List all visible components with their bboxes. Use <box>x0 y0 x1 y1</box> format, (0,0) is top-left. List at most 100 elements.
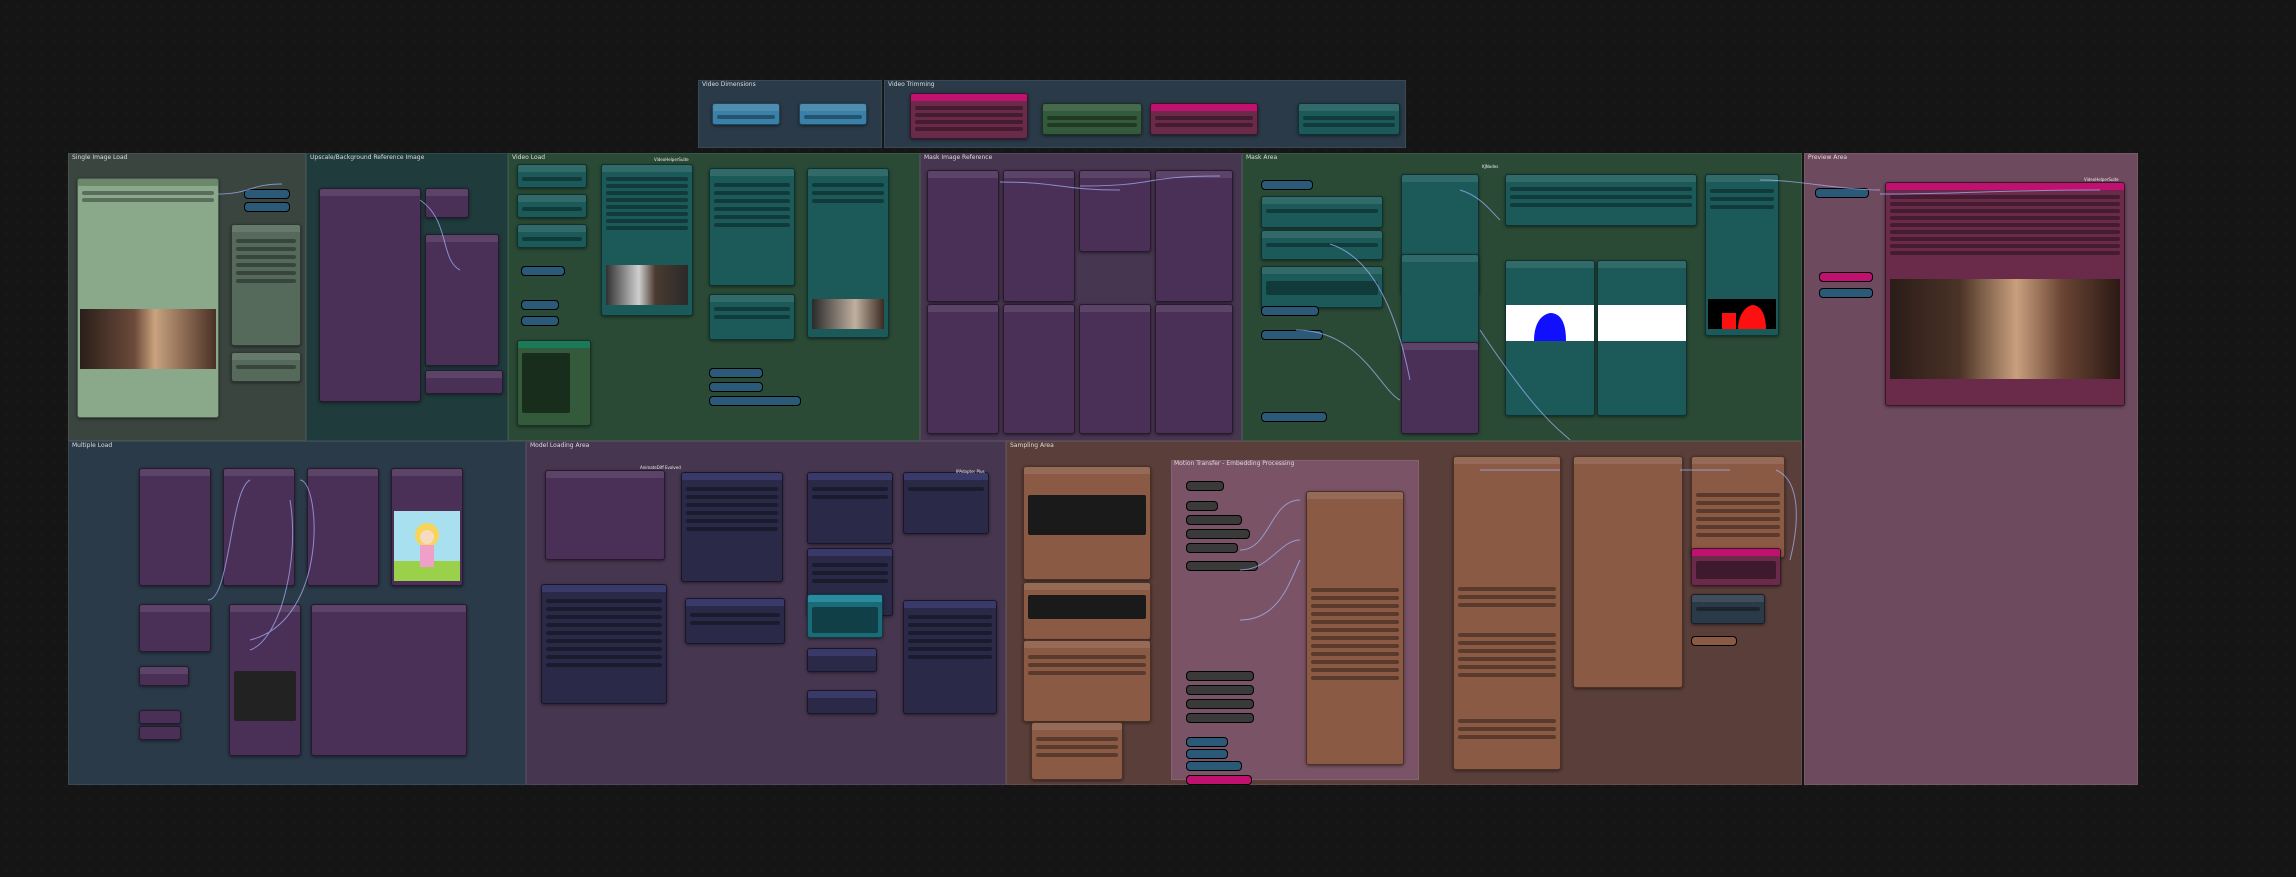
node-get-vae[interactable] <box>1186 501 1218 511</box>
node-get-width-s[interactable] <box>1186 737 1228 747</box>
node-note-model[interactable] <box>807 594 883 638</box>
node-mask-image-a[interactable] <box>1505 260 1595 416</box>
node-load-h[interactable] <box>139 726 181 740</box>
node-int-width[interactable] <box>712 103 780 125</box>
node-mask-grow[interactable] <box>1401 254 1479 346</box>
node-video-combine[interactable] <box>807 168 889 338</box>
node-upscale-image[interactable] <box>425 234 499 366</box>
node-empty-latent[interactable] <box>1031 722 1123 780</box>
node-controlnet-loader[interactable] <box>1023 466 1151 580</box>
node-mask-5[interactable] <box>927 304 999 434</box>
node-mask-1[interactable] <box>927 170 999 302</box>
node-clip-text[interactable] <box>1261 266 1383 308</box>
node-mask-preview[interactable] <box>1401 342 1479 434</box>
node-context-options[interactable] <box>807 472 893 544</box>
node-set-frames[interactable] <box>709 382 763 392</box>
node-get-input-image[interactable] <box>807 690 877 714</box>
node-get-ref-images[interactable] <box>1186 713 1254 723</box>
node-get-mask-image[interactable] <box>1186 685 1254 695</box>
node-set-video[interactable] <box>709 368 763 378</box>
node-vae-decode[interactable] <box>1691 456 1785 558</box>
node-get-total-s[interactable] <box>1186 761 1242 771</box>
group-motion-transfer[interactable] <box>1171 460 1419 785</box>
node-get-model[interactable] <box>1186 481 1224 491</box>
node-load-g[interactable] <box>139 710 181 724</box>
node-preview-mask[interactable] <box>1705 174 1779 336</box>
node-int-height[interactable] <box>799 103 867 125</box>
node-video-combine-final[interactable] <box>1885 182 2125 406</box>
node-upscale-model[interactable] <box>425 188 469 218</box>
node-note-sampling[interactable] <box>1691 548 1781 586</box>
node-get-image-size[interactable] <box>709 294 795 340</box>
node-frame-selector[interactable] <box>1150 103 1258 135</box>
node-get-clip-vision[interactable] <box>1186 515 1242 525</box>
node-set-output[interactable] <box>1691 636 1737 646</box>
node-image-resize[interactable] <box>231 224 301 346</box>
node-set-total[interactable] <box>709 396 801 406</box>
node-get-input-bg[interactable] <box>1186 561 1258 571</box>
group-mask-area[interactable] <box>1242 153 1802 441</box>
node-batch-preview[interactable] <box>311 604 467 756</box>
node-load-f[interactable] <box>139 666 189 686</box>
node-mask-image-b[interactable] <box>1597 260 1687 416</box>
node-set-width-v[interactable] <box>521 300 559 310</box>
node-load-c[interactable] <box>307 468 379 586</box>
node-get-mask-frame[interactable] <box>1186 671 1254 681</box>
node-load-d[interactable] <box>391 468 463 586</box>
node-get-frame-m[interactable] <box>1261 180 1313 190</box>
node-mask-3[interactable] <box>1079 170 1151 252</box>
node-get-frame-p[interactable] <box>1819 288 1873 298</box>
group-preview-area[interactable] <box>1804 153 2138 785</box>
node-ksampler-b[interactable] <box>1573 456 1683 688</box>
node-seed[interactable] <box>1691 594 1765 624</box>
node-upscale-out[interactable] <box>425 370 503 394</box>
node-load-b[interactable] <box>223 468 295 586</box>
node-ipadapter[interactable] <box>903 472 989 534</box>
node-image-scale[interactable] <box>709 168 795 286</box>
node-int-skip[interactable] <box>517 164 587 188</box>
node-get-height-s[interactable] <box>1186 749 1228 759</box>
node-upscale-load[interactable] <box>319 188 421 402</box>
node-mask-2[interactable] <box>1003 170 1075 302</box>
node-get-frame[interactable] <box>231 352 301 382</box>
node-lora-loader[interactable] <box>545 470 665 560</box>
node-int-nth[interactable] <box>517 224 587 248</box>
node-animatediff-model[interactable] <box>681 472 783 582</box>
node-get-face-out[interactable] <box>1819 272 1873 282</box>
node-set-height-v[interactable] <box>521 316 559 326</box>
node-get-ref-image[interactable] <box>1261 330 1323 340</box>
node-get-input-video-s[interactable] <box>1186 543 1238 553</box>
node-get-video-mask[interactable] <box>1186 699 1254 709</box>
group-video-load[interactable] <box>508 153 920 441</box>
group-video-trim[interactable] <box>884 80 1406 148</box>
node-load-e[interactable] <box>139 604 211 652</box>
group-mask-image-reference[interactable] <box>920 153 1242 441</box>
group-single-image-load[interactable] <box>68 153 306 441</box>
node-get-video-out[interactable] <box>1815 188 1869 198</box>
node-motion-lora[interactable] <box>685 598 785 644</box>
node-load-video[interactable] <box>601 164 693 316</box>
node-grounding-dino[interactable] <box>1261 230 1383 260</box>
group-model-loading[interactable] <box>526 441 1006 785</box>
node-set-height[interactable] <box>244 202 290 212</box>
node-load-image[interactable] <box>77 178 219 418</box>
group-multi-load[interactable] <box>68 441 526 785</box>
node-load-a[interactable] <box>139 468 211 586</box>
group-sampling-area[interactable] <box>1006 441 1802 785</box>
group-video-dimensions[interactable] <box>698 80 882 148</box>
node-set-width[interactable] <box>244 189 290 199</box>
node-video-info[interactable] <box>1298 103 1400 135</box>
node-clip-vision[interactable] <box>807 648 877 672</box>
node-get-bg-mask-s[interactable] <box>1186 775 1252 785</box>
node-get-bg-mask[interactable] <box>1261 412 1327 422</box>
node-get-reference[interactable] <box>1186 529 1250 539</box>
node-controlnet-apply[interactable] <box>1023 640 1151 722</box>
node-video-combine-mask[interactable] <box>1505 174 1697 226</box>
node-mask-8[interactable] <box>1155 304 1233 434</box>
node-checkpoint-loader[interactable] <box>541 584 667 704</box>
node-batch-merge[interactable] <box>229 604 301 756</box>
node-set-skip[interactable] <box>521 266 565 276</box>
node-image-selector[interactable] <box>910 93 1028 139</box>
node-ksampler-a[interactable] <box>1453 456 1561 770</box>
graph-canvas[interactable] <box>0 0 2296 877</box>
